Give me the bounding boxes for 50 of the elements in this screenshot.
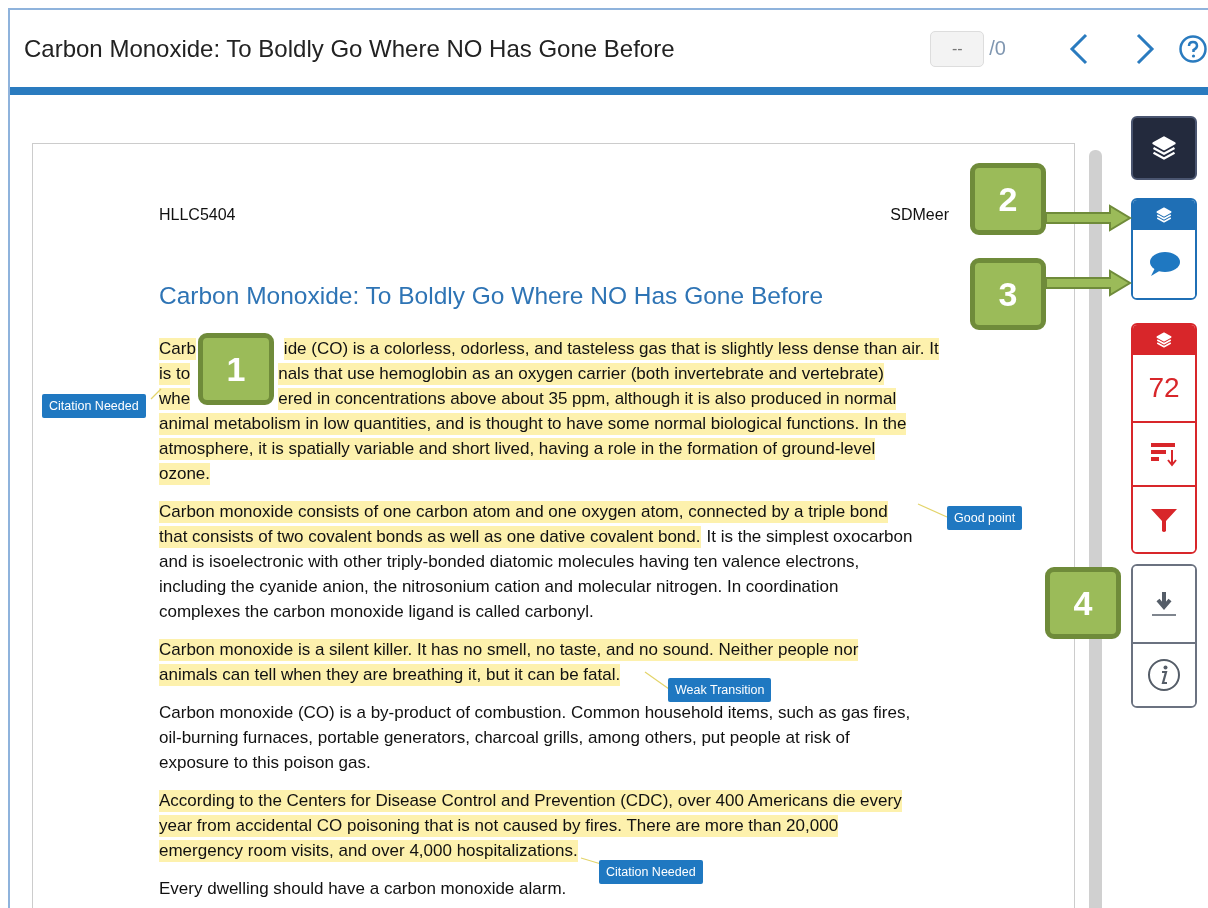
comment-tag[interactable]: Citation Needed xyxy=(42,394,146,418)
speech-bubble-icon xyxy=(1147,250,1181,278)
comment-tag[interactable]: Good point xyxy=(947,506,1023,530)
highlighted-text: Carbon monoxide consists of one carbon atom and one oxygen atom, connected by a triple bond xyxy=(159,500,888,523)
course-code: HLLC5404 xyxy=(159,206,236,224)
highlighted-text: atmosphere, it is spatially variable and short lived, having a role in the formation of ground-level xyxy=(159,437,876,460)
help-button[interactable] xyxy=(1178,33,1208,64)
highlighted-text: According to the Centers for Disease Control and Prevention (CDC), over 400 Americans die every xyxy=(159,789,902,812)
number-callout: 3 xyxy=(970,258,1046,330)
comment-tag[interactable]: Weak Transition xyxy=(668,678,772,702)
highlighted-text: Carb xyxy=(159,337,196,360)
number-callout: 1 xyxy=(198,333,274,405)
comment-tag[interactable]: Citation Needed xyxy=(599,860,703,884)
highlighted-text: that consists of two covalent bonds as well as one dative covalent bond. xyxy=(159,525,701,548)
body-text: Every dwelling should have a carbon monoxide alarm. xyxy=(159,877,567,900)
layers-icon xyxy=(1155,206,1173,224)
body-text: and is isoelectronic with other triply-bonded diatomic molecules having ten valence electrons, xyxy=(159,550,860,573)
number-callout: 4 xyxy=(1045,567,1121,639)
highlighted-text: nals that use hemoglobin as an oxygen carrier (both invertebrate and vertebrate) xyxy=(278,362,884,385)
highlighted-text: ozone. xyxy=(159,462,211,485)
author-name: SDMeer xyxy=(890,206,949,224)
highlighted-text: animals can tell when they are breathing it, but it can be fatal. xyxy=(159,663,621,686)
highlighted-text: year from accidental CO poisoning that is not caused by fires. There are more than 20,000 xyxy=(159,814,839,837)
highlighted-text: Carbon monoxide is a silent killer. It has no smell, no taste, and no sound. Neither people nor xyxy=(159,638,859,661)
download-button[interactable] xyxy=(1133,566,1195,644)
page-number-field[interactable]: -- xyxy=(930,30,985,67)
paper-title: Carbon Monoxide: To Boldly Go Where NO Has Gone Before xyxy=(159,282,824,310)
layers-button[interactable] xyxy=(1131,116,1197,180)
page-total: /0 xyxy=(989,37,1006,60)
sort-icon xyxy=(1149,441,1179,467)
highlighted-text: whe xyxy=(159,387,191,410)
body-text: oil-burning furnaces, portable generators, charcoal grills, among others, put people at risk of xyxy=(159,726,850,749)
body-text: Carbon monoxide (CO) is a by-product of combustion. Common household items, such as gas fires, xyxy=(159,701,911,724)
highlighted-text: emergency room visits, and over 4,000 hospitalizations. xyxy=(159,839,578,862)
document-title: Carbon Monoxide: To Boldly Go Where NO Has Gone Before xyxy=(24,34,676,63)
leader-line xyxy=(917,503,948,518)
highlighted-text: animal metabolism in low quantities, and is thought to have some normal biological functions. In the xyxy=(159,412,907,435)
highlighted-text: ide (CO) is a colorless, odorless, and tasteless gas that is slightly less dense than air. It xyxy=(283,337,939,360)
body-text: It is the simplest oxocarbon xyxy=(706,525,913,548)
highlighted-text: ered in concentrations above about 35 ppm, although it is also produced in normal xyxy=(278,387,897,410)
download-icon xyxy=(1149,589,1179,619)
body-text: exposure to this poison gas. xyxy=(159,751,371,774)
layers-icon xyxy=(1150,134,1178,162)
leader-line xyxy=(644,671,670,690)
number-callout: 2 xyxy=(970,163,1046,235)
body-text: complexes the carbon monoxide ligand is called carbonyl. xyxy=(159,600,594,623)
info-icon xyxy=(1147,658,1181,692)
highlighted-text: is to xyxy=(159,362,191,385)
body-text: including the cyanide anion, the nitrosonium cation and molecular nitrogen. In coordination xyxy=(159,575,839,598)
layers-icon xyxy=(1155,331,1173,349)
